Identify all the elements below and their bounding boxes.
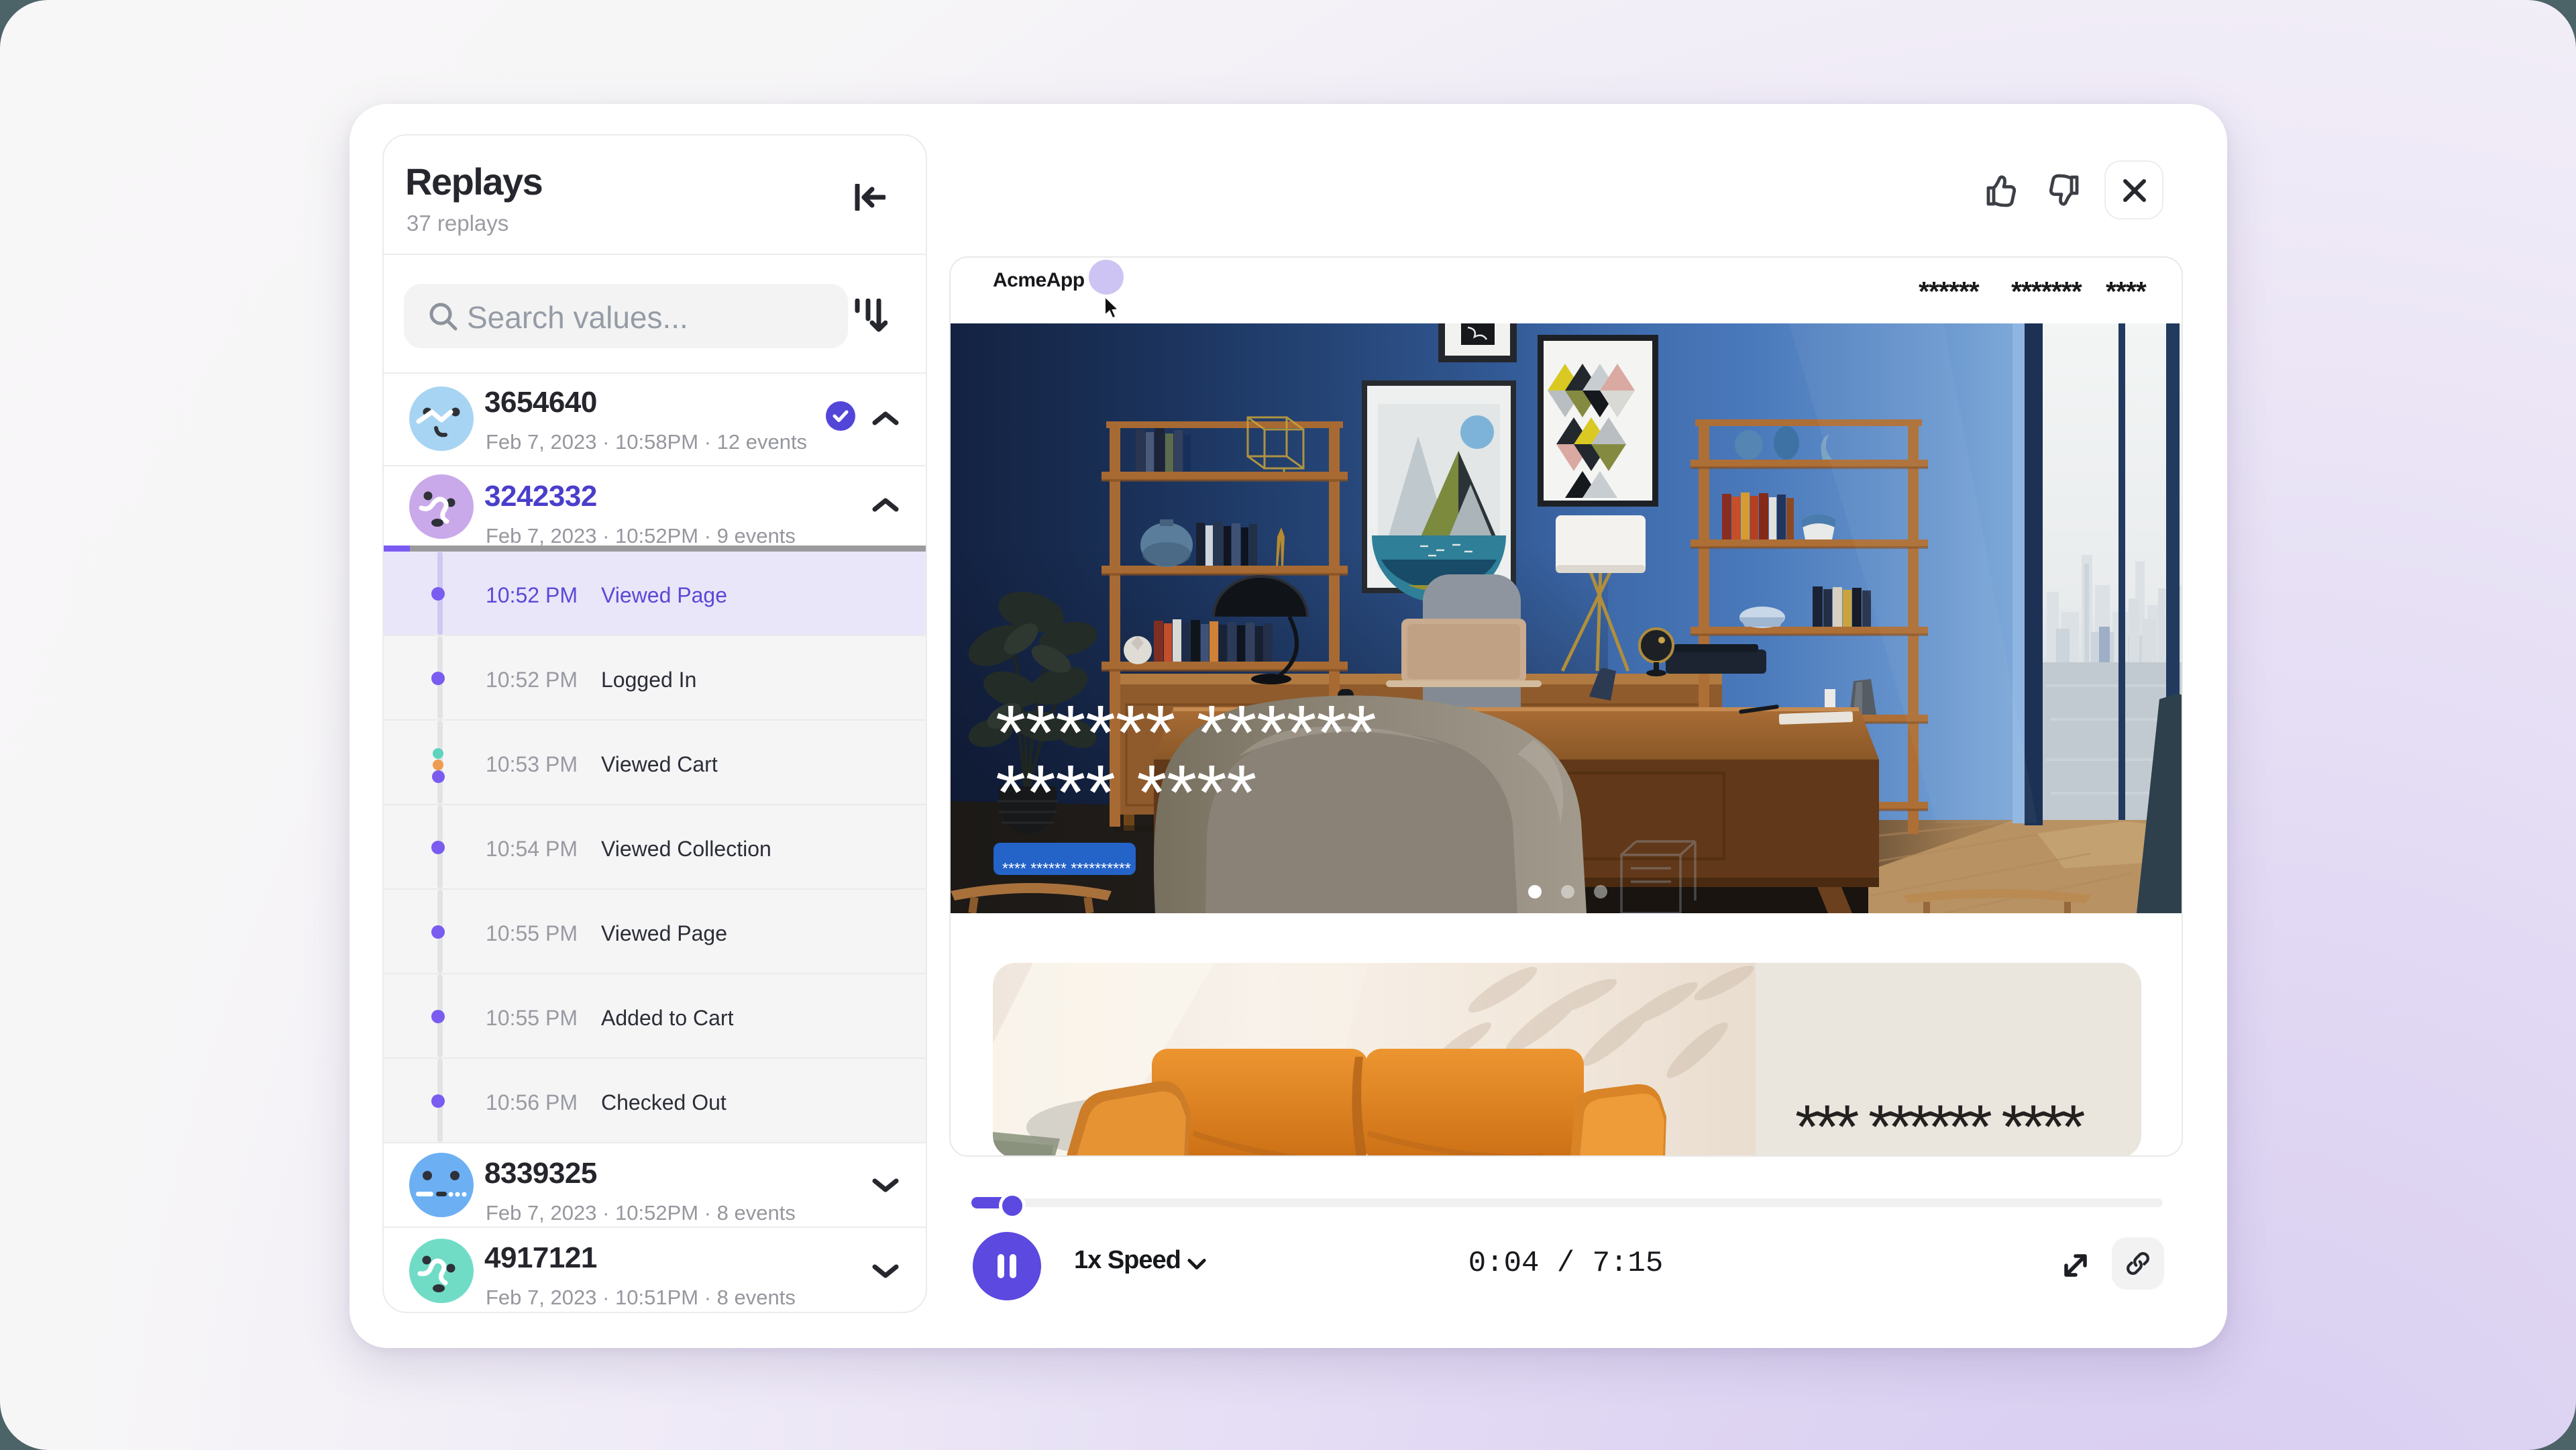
svg-text:**** ****** **********: **** ****** ********** <box>1002 860 1131 877</box>
svg-text:**** ****: **** **** <box>996 749 1256 836</box>
svg-text:*** ****** ****: *** ****** **** <box>1795 1093 2085 1157</box>
